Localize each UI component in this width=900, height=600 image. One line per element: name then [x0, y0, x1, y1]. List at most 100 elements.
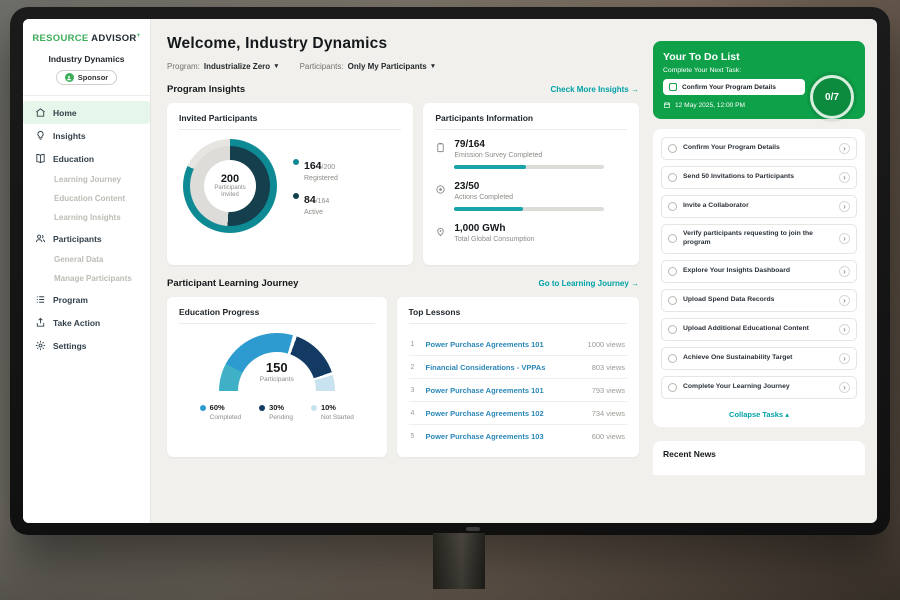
home-icon — [35, 107, 46, 118]
todo-task[interactable]: Achieve One Sustainability Target › — [661, 347, 857, 370]
invited-donut-chart: 200 Participants Invited — [183, 139, 277, 233]
progress-bar — [454, 165, 604, 169]
bulb-icon — [35, 130, 46, 141]
lesson-link[interactable]: Power Purchase Agreements 101 — [426, 340, 579, 349]
checkbox-icon[interactable] — [668, 325, 677, 334]
recent-news-header: Recent News — [653, 441, 865, 475]
calendar-icon — [663, 101, 671, 109]
lesson-row[interactable]: 1 Power Purchase Agreements 101 1000view… — [409, 333, 628, 356]
monitor-bezel: RESOURCE ADVISOR+ Industry Dynamics Spon… — [10, 7, 890, 535]
chevron-right-icon[interactable]: › — [839, 201, 850, 212]
stat-actions-completed: 23/50 Actions Completed — [435, 181, 627, 211]
chevron-right-icon[interactable]: › — [839, 143, 850, 154]
lesson-row[interactable]: 3 Power Purchase Agreements 101 793views — [409, 379, 628, 402]
legend-registered: 164/200 Registered — [293, 156, 338, 182]
checkbox-icon[interactable] — [668, 173, 677, 182]
sidebar-item-label: Take Action — [53, 318, 100, 328]
arrow-right-icon: → — [631, 279, 639, 288]
chevron-down-icon: ▼ — [273, 63, 279, 70]
monitor-stand — [433, 533, 485, 589]
todo-task[interactable]: Send 50 Invitations to Participants › — [661, 166, 857, 189]
checkbox-icon[interactable] — [668, 267, 677, 276]
chevron-up-icon: ▴ — [785, 410, 789, 419]
todo-task[interactable]: Explore Your Insights Dashboard › — [661, 260, 857, 283]
logo-secondary: ADVISOR — [91, 33, 136, 44]
collapse-tasks-link[interactable]: Collapse Tasks ▴ — [661, 405, 857, 423]
sidebar-item-learning-insights[interactable]: Learning Insights — [23, 208, 150, 227]
sidebar-item-label: Settings — [53, 341, 87, 351]
checkbox-icon[interactable] — [668, 202, 677, 211]
sidebar-item-insights[interactable]: Insights — [23, 124, 150, 147]
logo-plus: + — [137, 32, 141, 39]
check-more-insights-link[interactable]: Check More Insights → — [551, 85, 639, 94]
checkbox-icon[interactable] — [669, 83, 677, 91]
sidebar-item-label: Participants — [53, 234, 102, 244]
checkbox-icon[interactable] — [668, 144, 677, 153]
participants-label: Participants: — [300, 62, 344, 71]
gauge-center-label: Participants — [219, 376, 335, 383]
chevron-down-icon: ▼ — [430, 63, 436, 70]
checkbox-icon[interactable] — [668, 296, 677, 305]
lesson-link[interactable]: Financial Considerations - VPPAs — [426, 363, 583, 372]
sponsor-icon — [65, 73, 74, 82]
legend-not-started: 10% Not Started — [311, 403, 354, 421]
todo-task[interactable]: Verify participants requesting to join t… — [661, 224, 857, 254]
chevron-right-icon[interactable]: › — [839, 324, 850, 335]
lesson-row[interactable]: 4 Power Purchase Agreements 102 734views — [409, 402, 628, 425]
legend-dot — [293, 193, 299, 199]
sidebar-item-learning-journey[interactable]: Learning Journey — [23, 170, 150, 189]
chevron-right-icon[interactable]: › — [839, 266, 850, 277]
education-gauge-chart: 150 Participants — [219, 333, 335, 391]
lesson-row[interactable]: 5 Power Purchase Agreements 103 600views — [409, 425, 628, 447]
section-title: Participant Learning Journey — [167, 278, 298, 289]
todo-task-list: Confirm Your Program Details › Send 50 I… — [653, 129, 865, 427]
todo-task[interactable]: Complete Your Learning Journey › — [661, 376, 857, 399]
checkbox-icon[interactable] — [668, 354, 677, 363]
chevron-right-icon[interactable]: › — [839, 382, 850, 393]
org-name: Industry Dynamics — [23, 54, 150, 64]
chevron-right-icon[interactable]: › — [839, 172, 850, 183]
program-insights-header: Program Insights Check More Insights → — [167, 84, 639, 95]
todo-task[interactable]: Confirm Your Program Details › — [661, 137, 857, 160]
sidebar-item-home[interactable]: Home — [23, 101, 150, 124]
program-dropdown[interactable]: Program: Industrialize Zero ▼ — [167, 62, 280, 71]
program-label: Program: — [167, 62, 200, 71]
legend-dot — [259, 405, 265, 411]
sidebar-item-education-content[interactable]: Education Content — [23, 189, 150, 208]
checkbox-icon[interactable] — [668, 383, 677, 392]
legend-dot — [293, 159, 299, 165]
participants-dropdown[interactable]: Participants: Only My Participants ▼ — [300, 62, 437, 71]
checkbox-icon[interactable] — [668, 234, 677, 243]
chevron-right-icon[interactable]: › — [839, 233, 850, 244]
location-pin-icon — [435, 225, 446, 238]
go-to-learning-journey-link[interactable]: Go to Learning Journey → — [539, 279, 639, 288]
lesson-link[interactable]: Power Purchase Agreements 101 — [426, 386, 583, 395]
todo-task[interactable]: Invite a Collaborator › — [661, 195, 857, 218]
lesson-link[interactable]: Power Purchase Agreements 102 — [426, 409, 583, 418]
sponsor-badge[interactable]: Sponsor — [56, 70, 117, 85]
sidebar-item-participants[interactable]: Participants — [23, 227, 150, 250]
sidebar-item-take-action[interactable]: Take Action — [23, 311, 150, 334]
sidebar-item-manage-participants[interactable]: Manage Participants — [23, 269, 150, 288]
legend-active: 84/164 Active — [293, 190, 338, 216]
donut-legend: 164/200 Registered 84/164 Active — [293, 148, 338, 224]
sidebar-item-label: Education — [53, 154, 94, 164]
clipboard-icon — [435, 141, 446, 154]
sidebar: RESOURCE ADVISOR+ Industry Dynamics Spon… — [23, 19, 151, 523]
logo-primary: RESOURCE — [32, 33, 88, 44]
stat-emission-survey: 79/164 Emission Survey Completed — [435, 139, 627, 169]
sidebar-item-program[interactable]: Program — [23, 288, 150, 311]
lesson-link[interactable]: Power Purchase Agreements 103 — [426, 432, 583, 441]
sidebar-item-general-data[interactable]: General Data — [23, 250, 150, 269]
sidebar-item-education[interactable]: Education — [23, 147, 150, 170]
todo-title: Your To Do List — [663, 51, 855, 63]
todo-task[interactable]: Upload Spend Data Records › — [661, 289, 857, 312]
participants-value: Only My Participants — [348, 62, 427, 71]
lesson-row[interactable]: 2 Financial Considerations - VPPAs 803vi… — [409, 356, 628, 379]
sidebar-item-label: Program — [53, 295, 88, 305]
next-task-row[interactable]: Confirm Your Program Details — [663, 79, 805, 95]
sidebar-item-settings[interactable]: Settings — [23, 334, 150, 357]
chevron-right-icon[interactable]: › — [839, 295, 850, 306]
todo-task[interactable]: Upload Additional Educational Content › — [661, 318, 857, 341]
chevron-right-icon[interactable]: › — [839, 353, 850, 364]
